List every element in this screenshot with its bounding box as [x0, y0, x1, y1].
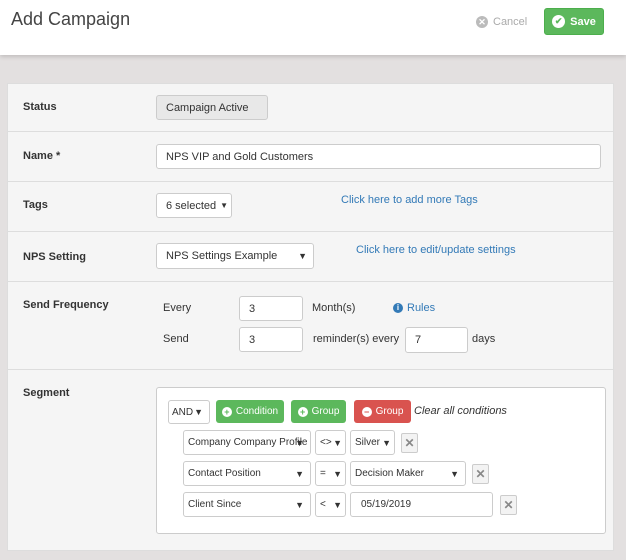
condition-value: Decision Maker — [355, 468, 424, 479]
plus-circle-icon: + — [297, 406, 308, 417]
every-input[interactable]: 3 — [239, 296, 303, 321]
every-label: Every — [163, 302, 192, 314]
name-row: Name * NPS VIP and Gold Customers — [8, 132, 613, 182]
close-icon: ✕ — [503, 498, 514, 512]
tags-value: 6 selected — [166, 199, 217, 212]
condition-operator-value: < — [320, 499, 326, 510]
frequency-row: Send Frequency Every 3 Month(s) i Rules … — [8, 282, 613, 370]
cancel-button[interactable]: ✕ Cancel — [476, 12, 527, 32]
chevron-down-icon: ▼ — [295, 499, 304, 510]
remove-group-label: Group — [375, 406, 404, 417]
segment-builder: AND ▼ + Condition + Group − Group Clear … — [156, 387, 606, 534]
every-value: 3 — [249, 302, 256, 315]
condition-operator-value: <> — [320, 437, 332, 448]
close-icon: ✕ — [404, 436, 415, 450]
add-condition-button[interactable]: + Condition — [216, 400, 284, 423]
tags-row: Tags 6 selected ▼ Click here to add more… — [8, 182, 613, 232]
edit-settings-link[interactable]: Click here to edit/update settings — [356, 244, 516, 256]
top-header: Add Campaign ✕ Cancel ✔ Save — [0, 0, 626, 55]
condition-value-select[interactable]: Silver ▼ — [350, 430, 395, 455]
name-label: Name * — [23, 150, 61, 162]
info-icon: i — [393, 303, 403, 313]
save-button[interactable]: ✔ Save — [544, 8, 604, 35]
logic-operator-value: AND — [172, 406, 194, 418]
unit-label: Month(s) — [312, 302, 356, 314]
chevron-down-icon: ▼ — [333, 468, 342, 479]
name-value: NPS VIP and Gold Customers — [166, 150, 314, 163]
clear-all-conditions[interactable]: Clear all conditions — [414, 405, 507, 417]
days-input[interactable]: 7 — [405, 327, 468, 353]
condition-operator-select[interactable]: < ▼ — [315, 492, 346, 517]
name-input[interactable]: NPS VIP and Gold Customers — [156, 144, 601, 169]
chevron-down-icon: ▼ — [194, 407, 203, 417]
chevron-down-icon: ▼ — [450, 468, 459, 479]
send-value: 3 — [249, 333, 256, 346]
nps-value: NPS Settings Example — [166, 250, 278, 262]
reminder-label: reminder(s) every — [313, 333, 400, 345]
status-toggle[interactable]: Campaign Active — [156, 95, 268, 120]
send-input[interactable]: 3 — [239, 327, 303, 352]
nps-label: NPS Setting — [23, 251, 86, 263]
chevron-down-icon: ▼ — [382, 437, 391, 448]
condition-date-input[interactable]: 05/19/2019 — [350, 492, 493, 517]
condition-value-select[interactable]: Decision Maker ▼ — [350, 461, 466, 486]
chevron-down-icon: ▼ — [298, 251, 307, 261]
send-label: Send — [163, 333, 189, 345]
rules-label: Rules — [407, 302, 436, 314]
status-value: Campaign Active — [166, 101, 249, 114]
condition-operator-select[interactable]: <> ▼ — [315, 430, 346, 455]
add-condition-label: Condition — [235, 406, 279, 417]
save-label: Save — [570, 15, 596, 28]
condition-operator-value: = — [320, 468, 326, 479]
cancel-label: Cancel — [493, 16, 528, 28]
status-label: Status — [23, 101, 57, 113]
nps-select[interactable]: NPS Settings Example ▼ — [156, 243, 314, 269]
condition-operator-select[interactable]: = ▼ — [315, 461, 346, 486]
chevron-down-icon: ▼ — [295, 468, 304, 479]
add-tags-link[interactable]: Click here to add more Tags — [341, 194, 478, 206]
condition-value: Silver — [355, 437, 381, 448]
close-icon: ✕ — [475, 467, 486, 481]
remove-condition-button[interactable]: ✕ — [401, 433, 418, 453]
condition-field-value: Company Company Profile — [188, 437, 308, 448]
caret-down-icon: ▼ — [220, 201, 229, 210]
segment-label: Segment — [23, 387, 70, 399]
chevron-down-icon: ▼ — [295, 437, 304, 448]
add-group-button[interactable]: + Group — [291, 400, 346, 423]
remove-condition-button[interactable]: ✕ — [472, 464, 489, 484]
condition-value: 05/19/2019 — [361, 499, 412, 510]
campaign-form: Status Campaign Active Name * NPS VIP an… — [7, 83, 614, 551]
remove-group-button[interactable]: − Group — [354, 400, 411, 423]
logic-operator-select[interactable]: AND ▼ — [168, 400, 210, 424]
condition-field-value: Client Since — [188, 499, 242, 510]
minus-circle-icon: − — [361, 406, 372, 417]
days-value: 7 — [415, 334, 422, 346]
tags-label: Tags — [23, 199, 48, 211]
x-circle-icon: ✕ — [476, 16, 488, 28]
add-group-label: Group — [311, 406, 340, 417]
nps-row: NPS Setting NPS Settings Example ▼ Click… — [8, 232, 613, 282]
frequency-label: Send Frequency — [23, 299, 109, 311]
page-title: Add Campaign — [11, 9, 131, 29]
condition-field-value: Contact Position — [188, 468, 261, 479]
tags-dropdown[interactable]: 6 selected ▼ — [156, 193, 232, 218]
rules-link[interactable]: i Rules — [393, 302, 435, 314]
plus-circle-icon: + — [221, 406, 232, 417]
status-row: Status Campaign Active — [8, 84, 613, 132]
condition-field-select[interactable]: Client Since ▼ — [183, 492, 311, 517]
condition-field-select[interactable]: Company Company Profile ▼ — [183, 430, 311, 455]
chevron-down-icon: ▼ — [333, 437, 342, 448]
condition-field-select[interactable]: Contact Position ▼ — [183, 461, 311, 486]
days-label: days — [472, 333, 496, 345]
remove-condition-button[interactable]: ✕ — [500, 495, 517, 515]
chevron-down-icon: ▼ — [333, 499, 342, 510]
check-circle-icon: ✔ — [552, 15, 566, 28]
